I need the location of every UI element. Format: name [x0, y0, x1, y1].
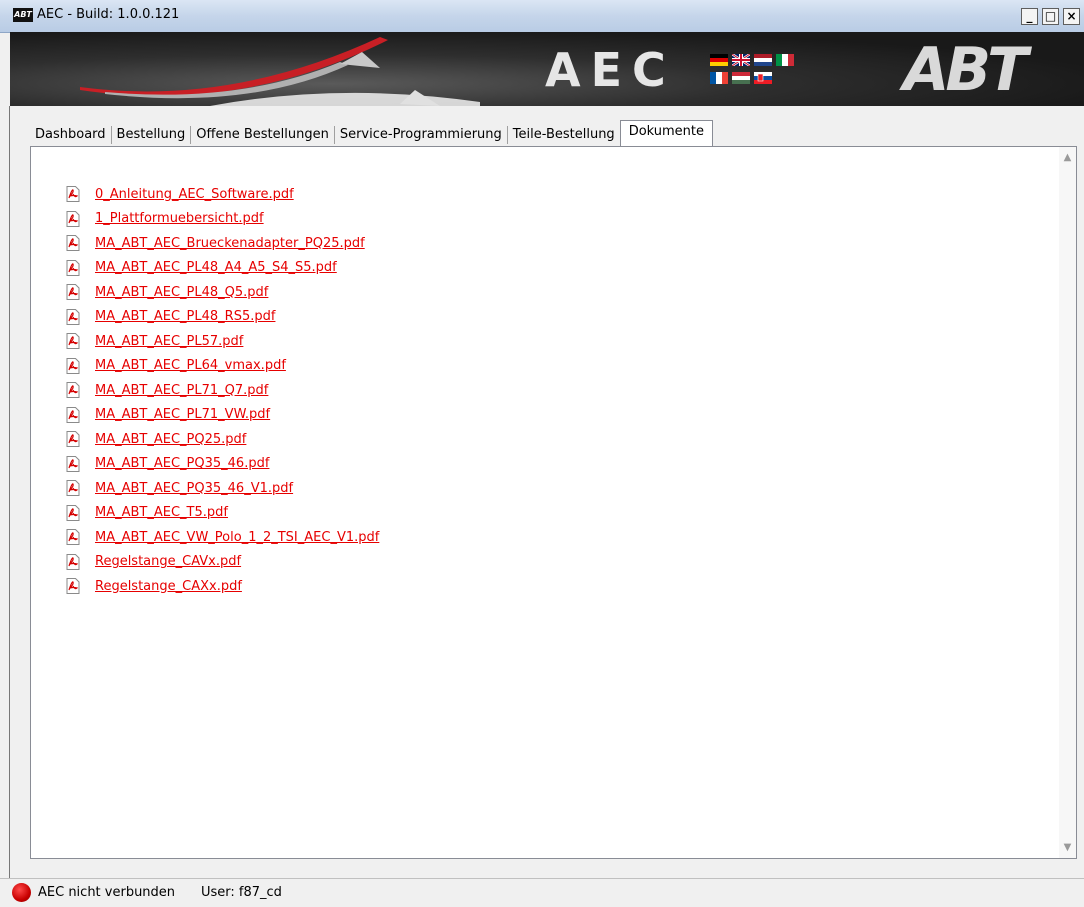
document-link[interactable]: MA_ABT_AEC_PQ25.pdf: [95, 432, 246, 447]
tab-bar: Dashboard Bestellung Offene Bestellungen…: [30, 120, 714, 146]
pdf-icon: [66, 284, 80, 301]
vertical-scrollbar[interactable]: ▲ ▼: [1059, 147, 1076, 858]
title-bar: ABT AEC - Build: 1.0.0.121 _ □ ×: [0, 0, 1084, 33]
france-flag-icon[interactable]: [710, 72, 728, 84]
pdf-icon: [66, 210, 80, 227]
close-button[interactable]: ×: [1063, 8, 1080, 25]
list-item: MA_ABT_AEC_PL48_Q5.pdf: [66, 280, 379, 305]
pdf-icon: [66, 529, 80, 546]
documents-panel: 0_Anleitung_AEC_Software.pdf 1_Plattformu…: [30, 146, 1077, 859]
document-link[interactable]: MA_ABT_AEC_PL71_VW.pdf: [95, 407, 270, 422]
list-item: Regelstange_CAVx.pdf: [66, 550, 379, 575]
pdf-icon: [66, 480, 80, 497]
document-link[interactable]: MA_ABT_AEC_PL48_A4_A5_S4_S5.pdf: [95, 260, 337, 275]
list-item: MA_ABT_AEC_PQ35_46.pdf: [66, 452, 379, 477]
list-item: MA_ABT_AEC_PL57.pdf: [66, 329, 379, 354]
abt-logo: ABT: [903, 35, 1028, 105]
document-link[interactable]: MA_ABT_AEC_VW_Polo_1_2_TSI_AEC_V1.pdf: [95, 530, 379, 545]
tab-dokumente[interactable]: Dokumente: [619, 120, 714, 146]
list-item: MA_ABT_AEC_Brueckenadapter_PQ25.pdf: [66, 231, 379, 256]
list-item: MA_ABT_AEC_PL71_VW.pdf: [66, 403, 379, 428]
pdf-icon: [66, 357, 80, 374]
pdf-icon: [66, 578, 80, 595]
list-item: MA_ABT_AEC_PL64_vmax.pdf: [66, 354, 379, 379]
italy-flag-icon[interactable]: [776, 54, 794, 66]
pdf-icon: [66, 308, 80, 325]
minimize-button[interactable]: _: [1021, 8, 1038, 25]
document-link[interactable]: MA_ABT_AEC_PL48_Q5.pdf: [95, 285, 268, 300]
pdf-icon: [66, 235, 80, 252]
tab-offene-bestellungen[interactable]: Offene Bestellungen: [191, 126, 335, 144]
pdf-icon: [66, 553, 80, 570]
pdf-icon: [66, 406, 80, 423]
maximize-button[interactable]: □: [1042, 8, 1059, 25]
tab-dashboard[interactable]: Dashboard: [30, 126, 112, 144]
app-logo-icon: ABT: [13, 8, 33, 22]
list-item: Regelstange_CAXx.pdf: [66, 574, 379, 599]
scroll-down-icon[interactable]: ▼: [1059, 839, 1076, 856]
list-item: MA_ABT_AEC_PL48_A4_A5_S4_S5.pdf: [66, 256, 379, 281]
document-list: 0_Anleitung_AEC_Software.pdf 1_Plattformu…: [66, 182, 379, 599]
document-link[interactable]: Regelstange_CAVx.pdf: [95, 554, 241, 569]
german-flag-icon[interactable]: [710, 54, 728, 66]
list-item: MA_ABT_AEC_PL48_RS5.pdf: [66, 305, 379, 330]
connection-status-icon: [12, 883, 31, 902]
list-item: MA_ABT_AEC_T5.pdf: [66, 501, 379, 526]
scroll-up-icon[interactable]: ▲: [1059, 149, 1076, 166]
document-link[interactable]: MA_ABT_AEC_PL64_vmax.pdf: [95, 358, 286, 373]
document-link[interactable]: 1_Plattformuebersicht.pdf: [95, 211, 264, 226]
window-title: AEC - Build: 1.0.0.121: [37, 7, 180, 22]
header-banner: AEC ABT: [10, 32, 1084, 106]
document-link[interactable]: MA_ABT_AEC_T5.pdf: [95, 505, 228, 520]
pdf-icon: [66, 504, 80, 521]
document-link[interactable]: 0_Anleitung_AEC_Software.pdf: [95, 187, 294, 202]
status-bar: AEC nicht verbunden User: f87_cd: [0, 878, 1084, 907]
pdf-icon: [66, 431, 80, 448]
pdf-icon: [66, 186, 80, 203]
window-frame-left: [9, 106, 10, 879]
connection-status-text: AEC nicht verbunden: [38, 885, 176, 900]
uk-flag-icon[interactable]: [732, 54, 750, 66]
header-title: AEC: [545, 43, 676, 97]
document-link[interactable]: MA_ABT_AEC_PL48_RS5.pdf: [95, 309, 275, 324]
document-link[interactable]: MA_ABT_AEC_PL71_Q7.pdf: [95, 383, 268, 398]
document-link[interactable]: MA_ABT_AEC_PQ35_46_V1.pdf: [95, 481, 293, 496]
user-label: User: f87_cd: [201, 885, 282, 900]
list-item: MA_ABT_AEC_PL71_Q7.pdf: [66, 378, 379, 403]
netherlands-flag-icon[interactable]: [754, 54, 772, 66]
pdf-icon: [66, 333, 80, 350]
pdf-icon: [66, 455, 80, 472]
list-item: MA_ABT_AEC_PQ35_46_V1.pdf: [66, 476, 379, 501]
tab-service-programmierung[interactable]: Service-Programmierung: [335, 126, 508, 144]
hungary-flag-icon[interactable]: [732, 72, 750, 84]
document-link[interactable]: Regelstange_CAXx.pdf: [95, 579, 242, 594]
pdf-icon: [66, 382, 80, 399]
list-item: MA_ABT_AEC_PQ25.pdf: [66, 427, 379, 452]
pdf-icon: [66, 259, 80, 276]
slovakia-flag-icon[interactable]: [754, 72, 772, 84]
document-link[interactable]: MA_ABT_AEC_PQ35_46.pdf: [95, 456, 269, 471]
tab-bestellung[interactable]: Bestellung: [112, 126, 192, 144]
document-link[interactable]: MA_ABT_AEC_PL57.pdf: [95, 334, 243, 349]
list-item: 1_Plattformuebersicht.pdf: [66, 207, 379, 232]
list-item: MA_ABT_AEC_VW_Polo_1_2_TSI_AEC_V1.pdf: [66, 525, 379, 550]
list-item: 0_Anleitung_AEC_Software.pdf: [66, 182, 379, 207]
document-link[interactable]: MA_ABT_AEC_Brueckenadapter_PQ25.pdf: [95, 236, 365, 251]
tab-teile-bestellung[interactable]: Teile-Bestellung: [508, 126, 620, 144]
